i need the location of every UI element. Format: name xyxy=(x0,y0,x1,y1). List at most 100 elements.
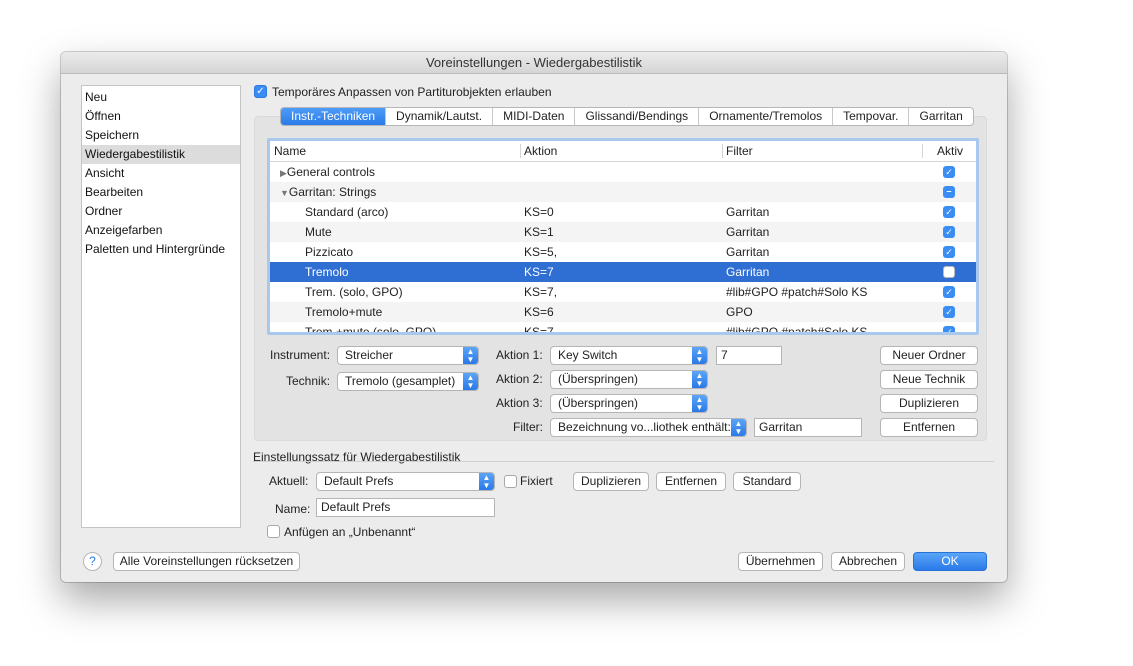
name-field[interactable]: Default Prefs xyxy=(316,498,495,517)
tab[interactable]: Instr.-Techniken xyxy=(281,108,386,125)
row-name-text: Pizzicato xyxy=(305,245,354,259)
aktion1-value: Key Switch xyxy=(558,348,618,362)
column-header-active[interactable]: Aktiv xyxy=(937,141,963,161)
row-filter-cell: Garritan xyxy=(726,245,770,259)
row-name-text: Trem. (solo, GPO) xyxy=(305,285,403,299)
cancel-button[interactable]: Abbrechen xyxy=(831,552,905,571)
column-header-filter[interactable]: Filter xyxy=(726,141,753,161)
fixed-checkbox[interactable] xyxy=(504,475,517,488)
row-active-checkbox[interactable]: ✓ xyxy=(943,286,955,298)
disclosure-triangle-icon[interactable]: ▶ xyxy=(280,168,287,178)
sidebar-item[interactable]: Wiedergabestilistik xyxy=(82,145,240,164)
sidebar-item[interactable]: Bearbeiten xyxy=(82,183,240,202)
sidebar-item[interactable]: Speichern xyxy=(82,126,240,145)
tab[interactable]: Dynamik/Lautst. xyxy=(385,108,492,125)
row-name-cell: Tremolo+mute xyxy=(305,302,382,322)
instrument-popup[interactable]: Streicher ▲ ▼ xyxy=(337,346,479,365)
row-name-text: Tremolo+mute xyxy=(305,305,383,319)
table-row[interactable]: Trem.+mute (solo, GPO) KS=7, #lib#GPO #pat… xyxy=(270,322,976,335)
row-filter-cell: #lib#GPO #patch#Solo KS xyxy=(726,325,868,335)
apply-button[interactable]: Übernehmen xyxy=(738,552,823,571)
aktion1-number-field[interactable]: 7 xyxy=(716,346,782,365)
popup-stepper-icon: ▲ ▼ xyxy=(692,371,707,388)
row-active-checkbox[interactable]: ✓ xyxy=(943,166,955,178)
new-technique-button[interactable]: Neue Technik xyxy=(880,370,978,389)
filter-popup[interactable]: Bezeichnung vo...liothek enthält: ▲ ▼ xyxy=(550,418,747,437)
popup-stepper-icon: ▲ ▼ xyxy=(692,395,707,412)
row-name-cell: Mute xyxy=(305,222,332,242)
window-title: Voreinstellungen - Wiedergabestilistik xyxy=(61,52,1007,74)
filter-text-field[interactable]: Garritan xyxy=(754,418,862,437)
row-active-checkbox[interactable]: ✓ xyxy=(943,226,955,238)
table-row[interactable]: ▼Garritan: Strings – xyxy=(270,182,976,202)
table-row[interactable]: Trem. (solo, GPO) KS=7, #lib#GPO #patch#So… xyxy=(270,282,976,302)
reset-all-button[interactable]: Alle Voreinstellungen rücksetzen xyxy=(113,552,300,571)
tab[interactable]: MIDI-Daten xyxy=(492,108,574,125)
row-active-checkbox[interactable]: ✓ xyxy=(943,306,955,318)
row-action-cell: KS=7 xyxy=(524,265,554,279)
tab[interactable]: Glissandi/Bendings xyxy=(574,108,698,125)
aktion2-popup[interactable]: (Überspringen) ▲ ▼ xyxy=(550,370,708,389)
technik-popup[interactable]: Tremolo (gesamplet) ▲ ▼ xyxy=(337,372,479,391)
table-row[interactable]: Standard (arco) KS=0 Garritan ✓ xyxy=(270,202,976,222)
remove-technique-button[interactable]: Entfernen xyxy=(880,418,978,437)
popup-stepper-icon: ▲ ▼ xyxy=(731,419,746,436)
popup-stepper-icon: ▲ ▼ xyxy=(479,473,494,490)
aktion2-label: Aktion 2: xyxy=(496,372,543,386)
remove-set-button[interactable]: Entfernen xyxy=(656,472,726,491)
sidebar-item[interactable]: Ansicht xyxy=(82,164,240,183)
duplicate-set-button[interactable]: Duplizieren xyxy=(573,472,649,491)
sidebar-item[interactable]: Anzeigefarben xyxy=(82,221,240,240)
tab[interactable]: Ornamente/Tremolos xyxy=(698,108,832,125)
row-filter-cell: Garritan xyxy=(726,225,770,239)
row-name-cell: Pizzicato xyxy=(305,242,353,262)
sidebar-item[interactable]: Neu xyxy=(82,88,240,107)
aktion3-label: Aktion 3: xyxy=(496,396,543,410)
table-row[interactable]: Pizzicato KS=5, Garritan ✓ xyxy=(270,242,976,262)
row-name-text: Garritan: Strings xyxy=(288,185,377,199)
column-header-action[interactable]: Aktion xyxy=(524,141,557,161)
row-action-cell: KS=7, xyxy=(524,325,558,335)
name-label: Name: xyxy=(275,502,311,516)
filter-label: Filter: xyxy=(513,420,543,434)
popup-stepper-icon: ▲ ▼ xyxy=(463,347,478,364)
column-header-name[interactable]: Name xyxy=(274,141,306,161)
aktion3-value: (Überspringen) xyxy=(558,396,639,410)
row-active-checkbox[interactable] xyxy=(943,266,955,278)
current-set-value: Default Prefs xyxy=(324,474,394,488)
aktion3-popup[interactable]: (Überspringen) ▲ ▼ xyxy=(550,394,708,413)
technik-value: Tremolo (gesamplet) xyxy=(345,374,456,388)
sidebar-item[interactable]: Öffnen xyxy=(82,107,240,126)
disclosure-triangle-icon[interactable]: ▼ xyxy=(280,188,289,198)
row-action-cell: KS=0 xyxy=(524,205,554,219)
table-row[interactable]: Mute KS=1 Garritan ✓ xyxy=(270,222,976,242)
row-name-text: Standard (arco) xyxy=(305,205,389,219)
filter-value: Bezeichnung vo...liothek enthält: xyxy=(558,420,731,434)
duplicate-technique-button[interactable]: Duplizieren xyxy=(880,394,978,413)
row-filter-cell: GPO xyxy=(726,305,753,319)
table-row[interactable]: Tremolo+mute KS=6 GPO ✓ xyxy=(270,302,976,322)
table-header: Name Aktion Filter Aktiv xyxy=(270,141,976,162)
append-checkbox[interactable] xyxy=(267,525,280,538)
instrument-label: Instrument: xyxy=(270,348,331,362)
row-active-checkbox[interactable]: ✓ xyxy=(943,246,955,258)
row-active-checkbox[interactable]: ✓ xyxy=(943,326,955,332)
current-set-popup[interactable]: Default Prefs ▲ ▼ xyxy=(316,472,495,491)
tab[interactable]: Tempovar. xyxy=(832,108,908,125)
row-action-cell: KS=1 xyxy=(524,225,554,239)
new-folder-button[interactable]: Neuer Ordner xyxy=(880,346,978,365)
ok-button[interactable]: OK xyxy=(913,552,987,571)
standard-button[interactable]: Standard xyxy=(733,472,801,491)
sidebar-item[interactable]: Ordner xyxy=(82,202,240,221)
sidebar-item[interactable]: Paletten und Hintergründe xyxy=(82,240,240,259)
help-icon[interactable]: ? xyxy=(83,552,102,571)
tab[interactable]: Garritan xyxy=(908,108,972,125)
row-active-checkbox[interactable]: ✓ xyxy=(943,206,955,218)
popup-stepper-icon: ▲ ▼ xyxy=(463,373,478,390)
aktion1-popup[interactable]: Key Switch ▲ ▼ xyxy=(550,346,708,365)
row-active-checkbox[interactable]: – xyxy=(943,186,955,198)
table-row[interactable]: ▶General controls ✓ xyxy=(270,162,976,182)
allow-adjust-checkbox[interactable]: ✓ xyxy=(254,85,267,98)
techniques-table[interactable]: Name Aktion Filter Aktiv ▶General contro… xyxy=(267,138,979,335)
table-row[interactable]: Tremolo KS=7 Garritan xyxy=(270,262,976,282)
